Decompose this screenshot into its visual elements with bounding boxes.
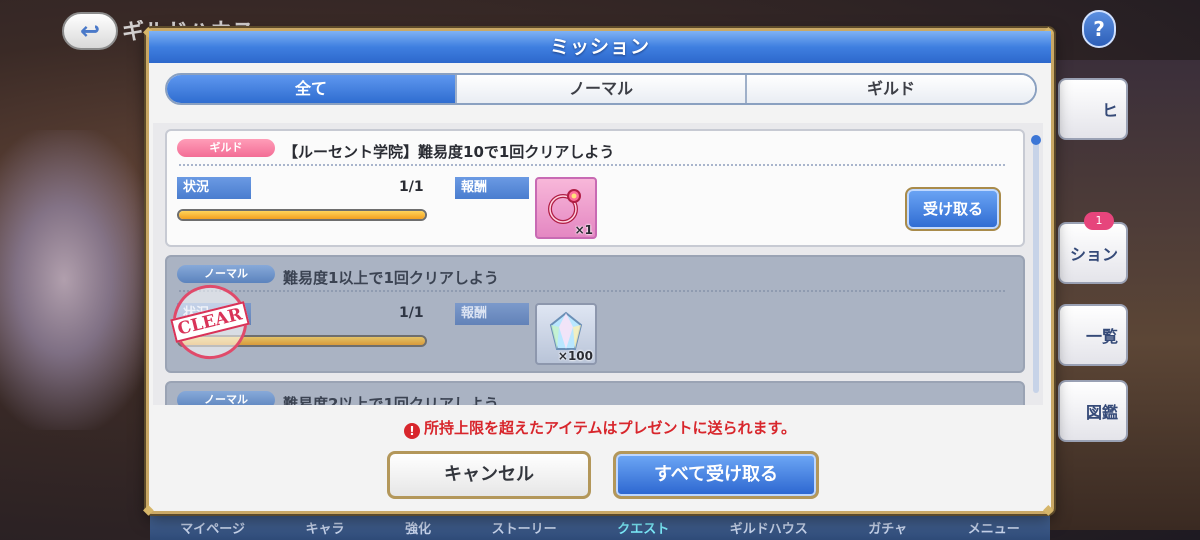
mission-title: 難易度2以上で1回クリアしよう <box>283 395 499 405</box>
progress-fill <box>179 211 425 219</box>
mission-category-tag: ノーマル <box>177 265 275 283</box>
nav-character[interactable]: キャラ <box>306 518 345 537</box>
reward-item[interactable]: ×100 <box>535 303 597 365</box>
divider <box>179 164 1005 166</box>
help-icon: ? <box>1093 17 1105 41</box>
side-button-list[interactable]: 一覧 <box>1058 304 1128 366</box>
scrollbar[interactable] <box>1031 135 1041 393</box>
nav-guildhouse[interactable]: ギルドハウス <box>730 518 808 537</box>
divider <box>179 290 1005 292</box>
status-label: 状況 <box>177 177 251 199</box>
bottom-nav: マイページ キャラ 強化 ストーリー クエスト ギルドハウス ガチャ メニュー <box>150 514 1050 540</box>
progress-count: 1/1 <box>399 305 424 321</box>
nav-upgrade[interactable]: 強化 <box>405 518 431 537</box>
background-character <box>0 130 160 430</box>
ornament-icon: ◆ <box>143 502 154 518</box>
side-button-1[interactable]: ヒ <box>1058 78 1128 140</box>
reward-quantity: ×100 <box>557 349 593 363</box>
tab-guild[interactable]: ギルド <box>745 75 1035 103</box>
mission-title: 【ルーセント学院】難易度10で1回クリアしよう <box>283 143 615 161</box>
progress-bar <box>177 209 427 221</box>
mission-category-tag: ギルド <box>177 139 275 157</box>
ornament-icon: ◆ <box>1043 502 1054 518</box>
mission-dialog: ◆ ◆ ◆ ◆ ミッション 全て ノーマル ギルド ギルド 【ルーセント学院】難… <box>143 25 1054 518</box>
alert-icon: ! <box>403 423 420 439</box>
back-button[interactable]: ↩ <box>62 12 118 50</box>
mission-title: 難易度1以上で1回クリアしよう <box>283 269 499 287</box>
back-arrow-icon: ↩ <box>79 17 101 45</box>
nav-mypage[interactable]: マイページ <box>180 518 245 537</box>
mission-tabs: 全て ノーマル ギルド <box>165 73 1037 105</box>
dialog-title: ミッション <box>149 31 1051 63</box>
nav-menu[interactable]: メニュー <box>968 518 1020 537</box>
side-button-mission[interactable]: ション <box>1058 222 1128 284</box>
side-button-encyclopedia[interactable]: 図鑑 <box>1058 380 1128 442</box>
tab-normal[interactable]: ノーマル <box>455 75 745 103</box>
mission-list[interactable]: ギルド 【ルーセント学院】難易度10で1回クリアしよう 状況 1/1 報酬 ×1… <box>153 123 1043 405</box>
tab-all[interactable]: 全て <box>167 75 455 103</box>
help-button[interactable]: ? <box>1082 10 1116 48</box>
mission-card: ノーマル 難易度2以上で1回クリアしよう <box>165 381 1025 405</box>
reward-label: 報酬 <box>455 303 529 325</box>
progress-count: 1/1 <box>399 179 424 195</box>
mission-card: ノーマル 難易度1以上で1回クリアしよう 状況 1/1 報酬 ×100 CLEA… <box>165 255 1025 373</box>
clear-stamp-text: CLEAR <box>170 301 250 343</box>
reward-item[interactable]: ×1 <box>535 177 597 239</box>
reward-label: 報酬 <box>455 177 529 199</box>
scrollbar-thumb[interactable] <box>1031 135 1041 145</box>
overflow-warning: ! 所持上限を超えたアイテムはプレゼントに送られます。 <box>149 417 1051 439</box>
mission-category-tag: ノーマル <box>177 391 275 405</box>
nav-story[interactable]: ストーリー <box>492 518 557 537</box>
reward-quantity: ×1 <box>574 223 593 237</box>
nav-quest[interactable]: クエスト <box>617 518 669 537</box>
mission-card: ギルド 【ルーセント学院】難易度10で1回クリアしよう 状況 1/1 報酬 ×1… <box>165 129 1025 247</box>
claim-button[interactable]: 受け取る <box>905 187 1001 231</box>
warning-text: 所持上限を超えたアイテムはプレゼントに送られます。 <box>423 419 796 437</box>
nav-gacha[interactable]: ガチャ <box>868 518 907 537</box>
cancel-button[interactable]: キャンセル <box>387 451 591 499</box>
notification-badge: 1 <box>1084 212 1114 230</box>
claim-all-button[interactable]: すべて受け取る <box>613 451 819 499</box>
